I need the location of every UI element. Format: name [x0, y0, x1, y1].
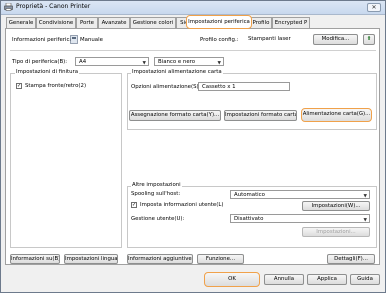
- window-title: Proprietà - Canon Printer: [16, 3, 91, 10]
- functions-button[interactable]: Funzione...: [197, 254, 244, 264]
- tab-generale[interactable]: Generale: [6, 17, 36, 28]
- profile-value: Stampanti laser: [248, 36, 291, 42]
- profile-label: Profilo config.:: [200, 37, 239, 43]
- about-button[interactable]: Informazioni su(B): [10, 254, 60, 264]
- userinfo-label: Imposta informazioni utente(L): [140, 202, 224, 208]
- separator: [10, 50, 376, 51]
- checkmark-icon: ✓: [132, 202, 137, 208]
- tab-impostazioni-periferica[interactable]: Impostazioni periferica: [186, 15, 252, 29]
- close-button[interactable]: ✕: [367, 3, 381, 12]
- chevron-down-icon: ▼: [217, 61, 221, 66]
- feed-options-field: Cassetto x 1: [198, 82, 290, 91]
- other-settings-title: Altre impostazioni: [131, 182, 182, 188]
- paper-size-value: A4: [79, 59, 87, 65]
- device-icon: [70, 35, 78, 44]
- user-management-value: Disattivato: [234, 216, 264, 222]
- paper-size-assign-button[interactable]: Assegnazione formato carta(Y)...: [129, 110, 221, 121]
- apply-button[interactable]: Applica: [307, 274, 347, 285]
- device-info-label: Informazioni periferica:: [12, 37, 75, 43]
- device-info-value: Manuale: [80, 37, 103, 43]
- feed-options-label: Opzioni alimentazione(S):: [131, 84, 201, 90]
- tab-profilo[interactable]: Profilo: [250, 17, 272, 28]
- close-icon: ✕: [371, 4, 377, 11]
- tab-avanzate[interactable]: Avanzate: [98, 17, 130, 28]
- tab-gestione-colori[interactable]: Gestione colori: [130, 17, 176, 28]
- duplex-checkbox[interactable]: ✓: [16, 83, 22, 89]
- refresh-icon: ⬆: [366, 36, 372, 42]
- userinfo-checkbox[interactable]: ✓: [131, 202, 137, 208]
- checkmark-icon: ✓: [17, 83, 22, 89]
- color-mode-select[interactable]: Bianco e nero ▼: [154, 57, 224, 66]
- user-management-select[interactable]: Disattivato ▼: [230, 214, 370, 223]
- modify-button[interactable]: Modifica...: [313, 34, 358, 45]
- userinfo-settings-button[interactable]: Impostazioni(W)...: [302, 201, 370, 211]
- paper-source-title: Impostazioni alimentazione carta: [131, 69, 223, 75]
- language-settings-button[interactable]: Impostazioni lingua...: [64, 254, 118, 264]
- spooling-value: Automatico: [234, 192, 265, 198]
- ok-button[interactable]: OK: [204, 272, 260, 287]
- tab-encrypted[interactable]: Encrypted P: [272, 17, 310, 28]
- finishing-title: Impostazioni di finitura: [15, 69, 80, 75]
- tab-condivisione[interactable]: Condivisione: [36, 17, 76, 28]
- chevron-down-icon: ▼: [363, 218, 367, 223]
- color-mode-value: Bianco e nero: [158, 59, 196, 65]
- update-button[interactable]: ⬆: [363, 34, 375, 45]
- paper-feed-button[interactable]: Alimentazione carta(G)...: [301, 108, 372, 122]
- chevron-down-icon: ▼: [363, 194, 367, 199]
- user-management-label: Gestione utente(U):: [131, 216, 185, 222]
- spooling-label: Spooling sull'host:: [131, 191, 181, 197]
- feed-options-value: Cassetto x 1: [202, 84, 236, 90]
- tab-porte[interactable]: Porte: [76, 17, 98, 28]
- additional-info-button[interactable]: Informazioni aggiuntive(O): [127, 254, 193, 264]
- paper-size-select[interactable]: A4 ▼: [75, 57, 149, 66]
- paper-format-settings-button[interactable]: Impostazioni formato carta(K)...: [224, 110, 297, 121]
- spooling-select[interactable]: Automatico ▼: [230, 190, 370, 199]
- user-management-settings-button[interactable]: Impostazioni...: [302, 227, 370, 237]
- finishing-group: [10, 73, 122, 248]
- cancel-button[interactable]: Annulla: [264, 274, 304, 285]
- paper-type-label: Tipo di periferica(B):: [12, 59, 68, 65]
- details-button[interactable]: Dettagli(F)...: [327, 254, 375, 264]
- printer-icon: [4, 3, 13, 11]
- duplex-label: Stampa fronte/retro(2): [25, 83, 87, 89]
- help-button[interactable]: Guida: [350, 274, 380, 285]
- chevron-down-icon: ▼: [142, 61, 146, 66]
